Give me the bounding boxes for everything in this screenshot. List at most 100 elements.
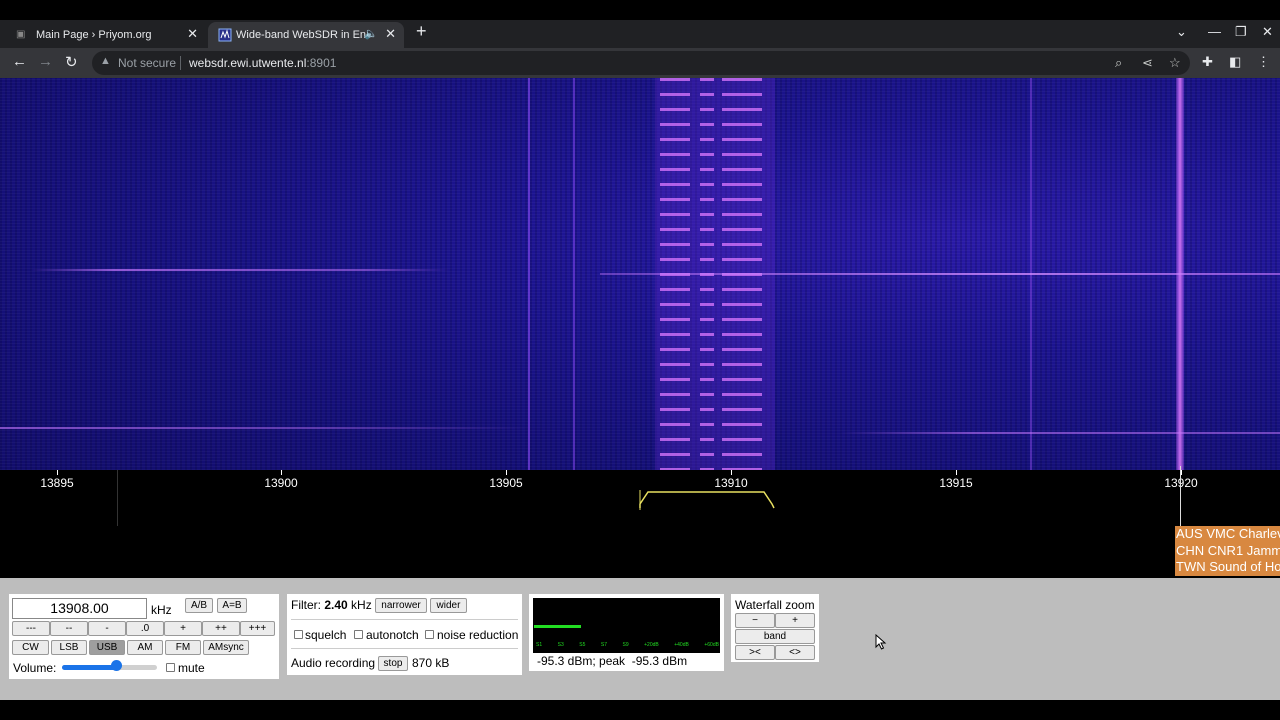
mode-lsb-button[interactable]: LSB [51, 640, 87, 655]
step-up-2-button[interactable]: ++ [202, 621, 240, 636]
tab-search-icon[interactable]: ⌄ [1176, 24, 1187, 40]
frequency-unit: kHz [151, 603, 172, 617]
close-icon[interactable]: ✕ [385, 26, 396, 42]
extensions-icon[interactable]: ✚ [1202, 54, 1213, 70]
frequency-scale[interactable]: 13895 13900 13905 13910 13915 13920 [0, 470, 1280, 526]
narrower-button[interactable]: narrower [375, 598, 427, 613]
ab-button[interactable]: A/B [185, 598, 213, 613]
scale-tick [956, 470, 957, 475]
autonotch-label: autonotch [366, 628, 419, 642]
close-window-icon[interactable]: ✕ [1262, 24, 1273, 40]
squelch-label: squelch [305, 628, 347, 642]
mode-fm-button[interactable]: FM [165, 640, 201, 655]
control-area: 13908.00 kHz A/B A=B --- -- - .0 + ++ ++… [0, 578, 1280, 700]
tab-websdr[interactable]: Wide-band WebSDR in Enschede 🔈 ✕ [208, 22, 404, 48]
step-down-2-button[interactable]: -- [50, 621, 88, 636]
noise-reduction-checkbox[interactable] [425, 630, 434, 639]
wider-button[interactable]: wider [430, 598, 467, 613]
menu-icon[interactable]: ⋮ [1257, 54, 1270, 70]
close-icon[interactable]: ✕ [187, 26, 198, 42]
mode-usb-button[interactable]: USB [89, 640, 125, 655]
smeter-scale-label: +40dB [674, 642, 689, 648]
scale-divider [117, 470, 118, 526]
zoom-widen-button[interactable]: <> [775, 645, 815, 660]
signal-trace [30, 269, 450, 271]
side-panel-icon[interactable]: ◧ [1229, 54, 1241, 70]
a-equals-b-button[interactable]: A=B [217, 598, 247, 613]
filter-panel: Filter: 2.40 kHz narrower wider squelch … [287, 594, 522, 675]
zoom-title: Waterfall zoom [735, 598, 815, 612]
filter-label: Filter: 2.40 kHz [291, 598, 372, 612]
tab-title: Wide-band WebSDR in Enschede [236, 29, 366, 41]
scale-tick [281, 470, 282, 475]
new-tab-icon[interactable]: + [416, 21, 427, 42]
scale-tick [506, 470, 507, 475]
zoom-out-button[interactable]: − [735, 613, 775, 628]
bookmark-star-icon[interactable]: ☆ [1169, 55, 1181, 71]
restore-icon[interactable]: ❐ [1235, 24, 1247, 40]
mode-cw-button[interactable]: CW [12, 640, 49, 655]
volume-slider[interactable] [62, 665, 157, 670]
url-text[interactable]: websdr.ewi.utwente.nl:8901 [189, 56, 336, 70]
smeter-scale-label: S5 [579, 642, 586, 648]
step-up-1-button[interactable]: + [164, 621, 202, 636]
smeter-panel: S1 S3 S5 S7 S9 +20dB +40dB +60dB -95.3 d… [529, 594, 724, 671]
waterfall-display[interactable] [0, 78, 1280, 470]
signal-trace [573, 78, 575, 470]
scale-tick-label: 13905 [489, 476, 523, 490]
websdr-favicon-icon [218, 28, 232, 42]
mode-am-button[interactable]: AM [127, 640, 163, 655]
scale-tick-label: 13920 [1164, 476, 1198, 490]
mode-amsync-button[interactable]: AMsync [203, 640, 249, 655]
zoom-in-button[interactable]: + [775, 613, 815, 628]
priyom-favicon-icon: ▣ [16, 29, 26, 40]
scale-tick-label: 13900 [264, 476, 298, 490]
filter-width-value: 2.40 [324, 598, 348, 612]
screen-bottom-bar [0, 700, 1280, 720]
stop-recording-button[interactable]: stop [378, 656, 408, 671]
station-labels[interactable]: AUS VMC Charleville CHN CNR1 Jammer TWN … [1175, 526, 1280, 576]
panel-divider [291, 619, 518, 620]
step-down-3-button[interactable]: --- [12, 621, 50, 636]
station-label[interactable]: AUS VMC Charleville [1175, 526, 1280, 543]
speaker-icon[interactable]: 🔈 [364, 27, 378, 40]
autonotch-checkbox[interactable] [354, 630, 363, 639]
smeter-scale-label: S1 [536, 642, 543, 648]
smeter-bar [534, 625, 581, 628]
step-up-3-button[interactable]: +++ [240, 621, 275, 636]
back-icon[interactable]: ← [12, 53, 27, 70]
recording-size: 870 kB [412, 656, 450, 670]
smeter-scale: S1 S3 S5 S7 S9 +20dB +40dB +60dB [536, 642, 719, 648]
share-icon[interactable]: ⋖ [1142, 55, 1153, 71]
smeter-scale-label: S3 [557, 642, 564, 648]
squelch-checkbox[interactable] [294, 630, 303, 639]
forward-icon[interactable]: → [38, 53, 53, 70]
round-button[interactable]: .0 [126, 621, 164, 636]
minimize-icon[interactable]: — [1208, 24, 1221, 39]
station-label[interactable]: CHN CNR1 Jammer [1175, 543, 1280, 560]
audio-recording-label: Audio recording [291, 656, 376, 670]
address-bar[interactable]: ▲ Not secure websdr.ewi.utwente.nl:8901 … [92, 51, 1190, 75]
security-label[interactable]: Not secure [118, 56, 176, 70]
signal-readout: -95.3 dBm; peak -95.3 dBm [537, 654, 688, 668]
frequency-input[interactable]: 13908.00 [12, 598, 147, 619]
zoom-icon[interactable]: ⌕ [1115, 55, 1122, 71]
station-label-strip [0, 526, 1280, 578]
url-host: websdr.ewi.utwente.nl [189, 56, 307, 70]
scale-tick [731, 470, 732, 475]
station-label[interactable]: TWN Sound of Hope [1175, 559, 1280, 576]
reload-icon[interactable]: ↻ [65, 53, 78, 71]
step-down-1-button[interactable]: - [88, 621, 126, 636]
smeter-scale-label: +60dB [704, 642, 719, 648]
screen-top-bar [0, 0, 1280, 20]
passband-indicator[interactable] [636, 486, 780, 512]
zoom-band-button[interactable]: band [735, 629, 815, 644]
tab-priyom[interactable]: ▣ Main Page › Priyom.org ✕ [6, 22, 206, 48]
signal-trace [0, 427, 530, 429]
zoom-narrow-button[interactable]: >< [735, 645, 775, 660]
mute-checkbox[interactable] [166, 663, 175, 672]
smeter-scale-label: S7 [600, 642, 607, 648]
warning-icon[interactable]: ▲ [100, 55, 111, 67]
address-divider [180, 56, 181, 70]
tab-bar: ▣ Main Page › Priyom.org ✕ Wide-band Web… [0, 20, 1280, 48]
